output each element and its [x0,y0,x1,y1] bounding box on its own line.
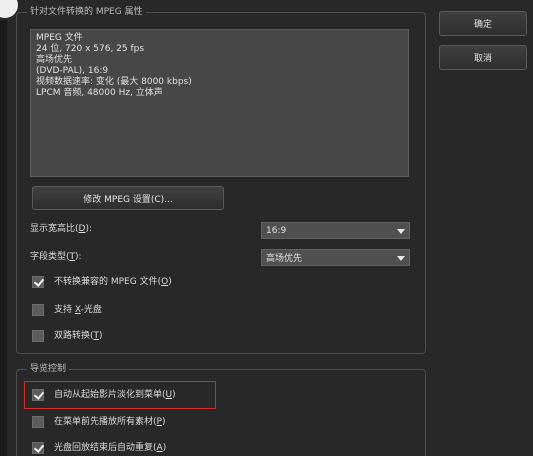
navigation-control-group-title: 导览控制 [27,363,70,376]
checkbox-box[interactable] [32,276,44,288]
checkbox-box[interactable] [32,442,44,454]
field-type-label: 字段类型(T): [30,252,82,262]
info-line: LPCM 音频, 48000 Hz, 立体声 [36,88,163,98]
info-line: 24 位, 720 x 576, 25 fps [36,44,145,54]
aspect-ratio-label: 显示宽高比(D): [30,224,92,234]
chevron-down-icon [397,255,405,261]
info-line: (DVD-PAL), 16:9 [36,66,109,76]
mpeg-options-dialog: 针对文件转换的 MPEG 属性 MPEG 文件 24 位, 720 x 576,… [0,0,533,456]
checkbox-box[interactable] [32,416,44,428]
auto-repeat-checkbox[interactable]: 光盘回放结束后自动重复(A) [32,442,166,454]
left-edge-strip [0,20,7,456]
play-all-before-menu-checkbox[interactable]: 在菜单前先播放所有素材(P) [32,416,165,428]
field-type-select[interactable]: 高场优先 [261,249,410,266]
auto-fade-to-menu-checkbox[interactable]: 自动从起始影片淡化到菜单(U) [32,389,176,401]
two-pass-conversion-checkbox[interactable]: 双路转换(T) [32,330,103,342]
aspect-ratio-value: 16:9 [266,225,287,236]
mpeg-info-box: MPEG 文件 24 位, 720 x 576, 25 fps 高场优先 (DV… [30,29,409,177]
cancel-button[interactable]: 取消 [439,45,527,70]
aspect-ratio-select[interactable]: 16:9 [261,222,410,239]
checkbox-box[interactable] [32,304,44,316]
ok-button[interactable]: 确定 [439,11,527,36]
no-convert-compatible-mpeg-checkbox[interactable]: 不转换兼容的 MPEG 文件(O) [32,276,172,288]
checkbox-box[interactable] [32,330,44,342]
support-xdisc-checkbox[interactable]: 支持 X-光盘 [32,304,102,316]
info-line: MPEG 文件 [36,33,83,43]
chevron-down-icon [397,228,405,234]
info-line: 高场优先 [36,55,73,65]
checkbox-box[interactable] [32,389,44,401]
field-type-value: 高场优先 [266,254,303,264]
info-line: 视频数据速率: 变化 (最大 8000 kbps) [36,77,192,87]
mpeg-properties-group-title: 针对文件转换的 MPEG 属性 [27,6,146,19]
modify-mpeg-settings-button[interactable]: 修改 MPEG 设置(C)... [32,186,224,210]
